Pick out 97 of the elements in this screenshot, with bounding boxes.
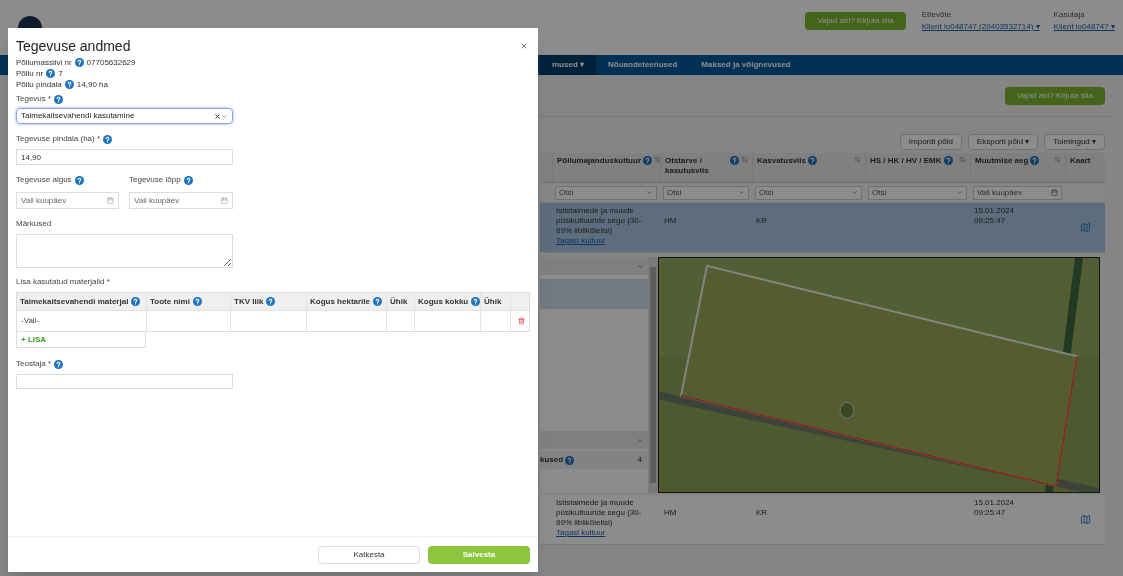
column-header: Kaart <box>1070 156 1091 166</box>
chevron-down-icon <box>646 189 653 196</box>
nav-tab[interactable]: Nõuandeteenused <box>596 55 690 75</box>
help-icon <box>64 80 74 89</box>
chevron-down-icon <box>738 189 745 196</box>
sort-icon[interactable] <box>1054 156 1061 163</box>
toolbar-button[interactable]: Impordi põld <box>899 134 962 150</box>
user-label: Kasutaja <box>1053 8 1086 21</box>
sort-icon[interactable] <box>654 156 661 163</box>
column-header: HS / HK / HV / EMK <box>870 156 942 166</box>
delete-icon[interactable] <box>518 317 525 325</box>
date-filter[interactable]: Vali kuupäev <box>973 185 1062 200</box>
map-icon[interactable] <box>1079 222 1091 233</box>
field-label: Tegevuse lõpp <box>129 174 181 186</box>
map-icon[interactable] <box>1079 514 1091 525</box>
table-cell-text: 15.01.2024 09:25:47 <box>974 498 1016 518</box>
area-input[interactable]: 14,90 <box>16 149 233 165</box>
help-icon <box>54 359 64 369</box>
start-date-field[interactable]: Vali kuupäev <box>16 192 119 209</box>
table-cell: KR <box>756 216 768 225</box>
crop-link[interactable]: Tagasi kultuur <box>556 528 656 538</box>
column-header: Otstarve / kasutusviis <box>665 156 710 176</box>
close-icon[interactable] <box>520 42 528 50</box>
field-label: Tegevuse pindala (ha) * <box>16 133 101 145</box>
column-header: Kogus hektarile <box>310 295 370 308</box>
nav-tab[interactable]: Maksed ja võlgnevused <box>689 55 803 75</box>
nav-tab[interactable]: mused ▾ <box>540 55 596 75</box>
field-label: Märkused <box>16 218 52 230</box>
filter-select[interactable]: Otsi <box>555 185 657 200</box>
add-material-button[interactable]: + LISA <box>21 333 47 346</box>
info-label: Põllu nr <box>16 67 44 80</box>
notes-field[interactable] <box>16 234 233 268</box>
sort-icon[interactable] <box>741 156 748 163</box>
info-label: Põllu pindala <box>16 78 62 91</box>
table-cell-text: 15.01.2024 09:25:47 <box>974 206 1016 226</box>
column-header: Ühik <box>484 295 502 308</box>
chevron-down-icon <box>637 262 644 270</box>
table-cell-text: Ististaimede ja muude püsikultuuride segu (30-89% liblikõielisi) <box>556 206 643 236</box>
column-header: Kasvatusviis <box>757 156 806 166</box>
table-cell: -Vali- <box>21 315 40 327</box>
toolbar-button[interactable]: Toimingud ▾ <box>1044 134 1105 150</box>
user-link[interactable]: Klient lo048747 ▾ <box>1053 20 1115 33</box>
column-header: TKV liik <box>234 295 264 308</box>
table-cell: KR <box>756 508 768 517</box>
table-cell: HM <box>664 216 677 225</box>
column-header: Põllumajanduskultuur <box>557 156 641 166</box>
column-header: Ühik <box>390 295 408 308</box>
section-label: Lisa kasutatud materjalid * <box>16 276 110 288</box>
performer-input[interactable] <box>16 374 233 389</box>
help-icon <box>103 134 113 144</box>
cancel-button[interactable]: Katkesta <box>318 545 420 564</box>
activity-select[interactable]: Taimekaitsevahendi kasutamine <box>16 108 233 124</box>
filter-select[interactable]: Otsi <box>663 185 749 200</box>
sort-icon[interactable] <box>854 156 861 163</box>
table-row[interactable]: Ististaimede ja muude püsikultuuride segu (30-89% liblikõielisi) Tagasi kultuur HM KR 15.01.2024 09:25:47 <box>540 203 1105 253</box>
info-value: 7 <box>58 67 63 80</box>
info-value: 14,90 ha <box>76 78 108 91</box>
calendar-icon[interactable] <box>221 197 228 204</box>
column-header: Taimekaitsevahendi materjal <box>20 295 129 308</box>
field-label: Tegevus * <box>16 93 52 105</box>
help-icon <box>46 69 56 78</box>
crop-link[interactable]: Tagasi kultuur <box>556 236 656 246</box>
info-value: 07705632629 <box>86 56 136 69</box>
panel-dropdown[interactable] <box>540 257 648 275</box>
help-icon <box>74 175 84 185</box>
info-label: Põllumassiivi nr <box>16 56 72 69</box>
chevron-down-icon <box>851 189 858 196</box>
column-header: Kogus kokku <box>418 295 469 308</box>
column-header: Toote nimi <box>150 295 190 308</box>
clear-icon[interactable] <box>214 112 221 120</box>
chevron-down-icon <box>956 189 963 196</box>
satellite-map-drawing[interactable] <box>658 257 1100 493</box>
calendar-icon <box>1051 189 1058 196</box>
panel-item[interactable] <box>540 279 648 309</box>
help-icon <box>183 175 193 185</box>
filter-select[interactable]: Otsi <box>755 185 862 200</box>
sort-icon[interactable] <box>959 156 966 163</box>
panel-label: kused <box>540 454 564 466</box>
toolbar-button[interactable]: Eksporti põld ▾ <box>967 134 1039 150</box>
company-link[interactable]: Klient lo048747 (20403532714) ▾ <box>921 20 1040 33</box>
company-label: Ettevõte <box>921 8 953 21</box>
help-icon <box>565 455 575 465</box>
calendar-icon[interactable] <box>107 197 114 204</box>
dialog-title: Tegevuse andmed <box>16 38 131 54</box>
filter-select[interactable]: Otsi <box>868 185 967 200</box>
end-date-field[interactable]: Vali kuupäev <box>129 192 233 209</box>
scrollbar[interactable] <box>648 257 658 493</box>
panel-dropdown[interactable] <box>540 431 648 449</box>
help-icon <box>74 58 84 67</box>
help-icon <box>54 94 64 104</box>
panel-count: 4 <box>637 454 642 466</box>
table-cell: HM <box>664 508 677 517</box>
chevron-down-icon <box>637 436 644 444</box>
field-label: Teostaja * <box>16 358 52 370</box>
field-label: Tegevuse algus <box>16 174 72 186</box>
column-header: Muutmise aeg <box>975 156 1029 166</box>
table-cell-text: Ististaimede ja muude püsikultuuride segu (30-89% liblikõielisi) <box>556 498 643 528</box>
